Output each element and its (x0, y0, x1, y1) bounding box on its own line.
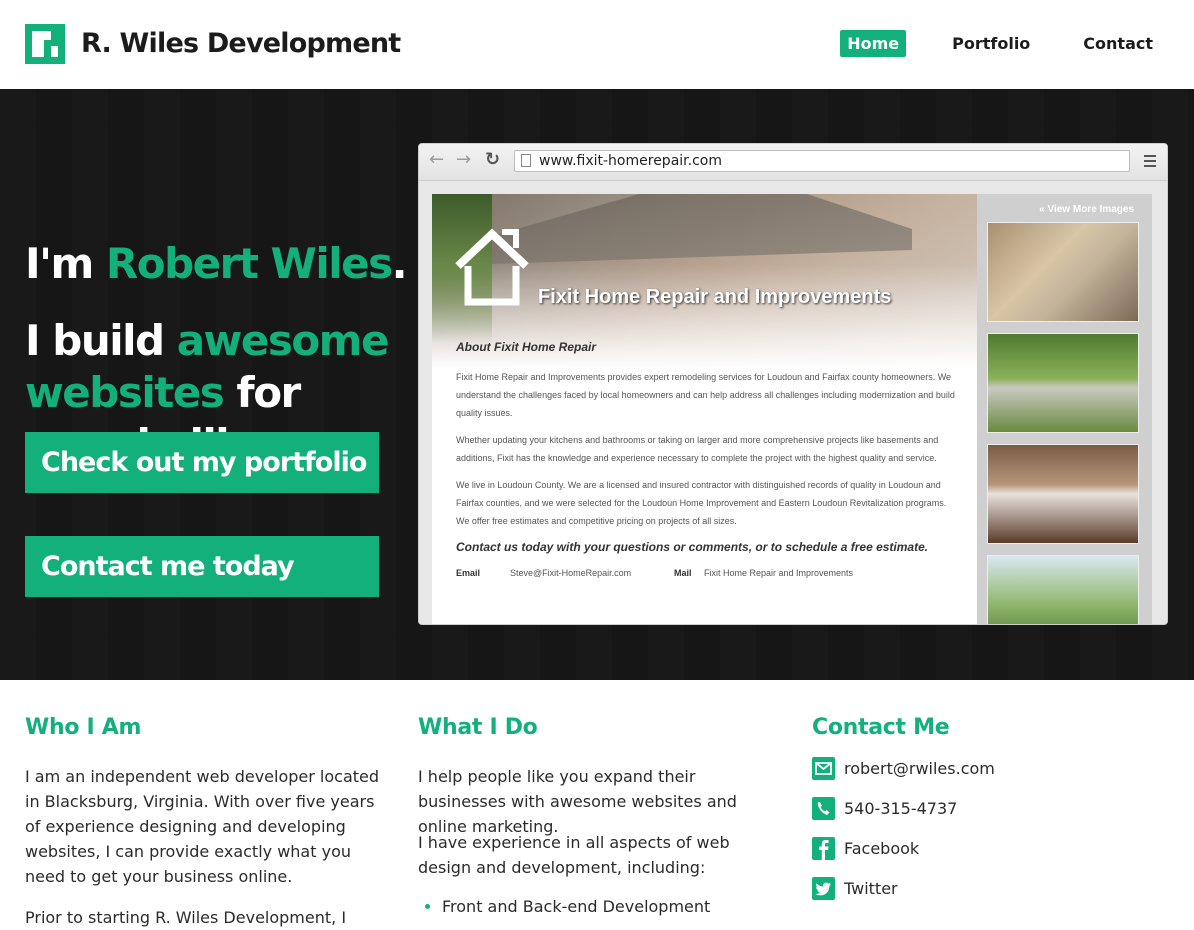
browser-toolbar: ← → ↻ www.fixit-homerepair.com (419, 144, 1167, 181)
list-item: Front and Back-end Development (442, 896, 710, 918)
email-label: Email (456, 568, 481, 578)
who-paragraph-2: Prior to starting R. Wiles Development, … (25, 908, 347, 927)
portfolio-button[interactable]: Check out my portfolio (25, 432, 379, 493)
who-heading: Who I Am (25, 715, 142, 740)
contact-me-section: Contact Me robert@rwiles.com 540-315-473… (812, 715, 1172, 900)
hero-section: I'm Robert Wiles. I build awesome websit… (0, 89, 1194, 680)
twitter-icon (812, 876, 835, 900)
brand-name[interactable]: R. Wiles Development (81, 28, 401, 59)
roof-image (492, 194, 912, 264)
email-icon (812, 756, 835, 780)
site-body: About Fixit Home Repair Fixit Home Repai… (456, 340, 956, 580)
twitter-label: Twitter (844, 878, 898, 898)
hamburger-menu-icon (1144, 155, 1156, 170)
site-header: R. Wiles Development Home Portfolio Cont… (0, 0, 1194, 89)
what-heading: What I Do (418, 715, 538, 740)
thumb-theater (987, 444, 1139, 544)
main-nav: Home Portfolio Contact (840, 30, 1160, 57)
about-heading: About Fixit Home Repair (456, 340, 597, 354)
page-icon (521, 154, 531, 167)
what-paragraph-2: I have experience in all aspects of web … (418, 833, 730, 877)
reload-icon: ↻ (485, 149, 501, 170)
facebook-icon (812, 836, 835, 860)
skills-list: Front and Back-end Development (418, 896, 710, 918)
nav-contact[interactable]: Contact (1076, 30, 1160, 57)
site-contact-row: Email Steve@Fixit-HomeRepair.com Mail Fi… (456, 568, 956, 580)
intro-suffix: . (391, 239, 408, 288)
hero-intro: I'm Robert Wiles. (25, 243, 408, 285)
what-i-do-section: What I Do I help people like you expand … (418, 715, 778, 916)
nav-home[interactable]: Home (840, 30, 907, 57)
tagline-part-1: I build (25, 316, 177, 365)
browser-mockup: ← → ↻ www.fixit-homerepair.com Fixit Hom… (419, 144, 1167, 624)
site-preview: Fixit Home Repair and Improvements « Vie… (432, 194, 1152, 624)
who-i-am-section: Who I Am I am an independent web develop… (25, 715, 385, 927)
house-logo-icon (455, 228, 529, 306)
about-paragraph-2: Whether updating your kitchens and bathr… (456, 435, 939, 463)
contact-phone-link[interactable]: 540-315-4737 (812, 796, 957, 820)
url-text: www.fixit-homerepair.com (539, 153, 722, 169)
intro-prefix: I'm (25, 239, 106, 288)
rw-logo-icon[interactable] (25, 24, 65, 64)
thumb-bathroom (987, 222, 1139, 322)
about-paragraph-1: Fixit Home Repair and Improvements provi… (456, 372, 955, 418)
contact-heading: Contact Me (812, 715, 950, 740)
view-more-images-link: « View More Images (1039, 204, 1134, 215)
contact-me-button[interactable]: Contact me today (25, 536, 379, 597)
nav-portfolio[interactable]: Portfolio (945, 30, 1037, 57)
thumb-shed (987, 333, 1139, 433)
what-paragraph-1: I help people like you expand their busi… (418, 767, 737, 836)
email-value: Steve@Fixit-HomeRepair.com (510, 568, 632, 578)
forward-arrow-icon: → (456, 149, 472, 170)
mail-value: Fixit Home Repair and Improvements (704, 568, 854, 578)
intro-name: Robert Wiles (105, 239, 393, 288)
site-contact-line: Contact us today with your questions or … (456, 540, 929, 554)
site-title: Fixit Home Repair and Improvements (538, 286, 892, 308)
contact-facebook-link[interactable]: Facebook (812, 836, 919, 860)
about-paragraph-3: We live in Loudoun County. We are a lice… (456, 480, 947, 526)
facebook-label: Facebook (844, 838, 920, 858)
back-arrow-icon: ← (429, 149, 445, 170)
address-bar: www.fixit-homerepair.com (514, 150, 1130, 172)
thumb-porch (987, 555, 1139, 624)
contact-email-link[interactable]: robert@rwiles.com (812, 756, 995, 780)
contact-twitter-link[interactable]: Twitter (812, 876, 898, 900)
email-label: robert@rwiles.com (844, 758, 995, 778)
who-paragraph-1: I am an independent web developer locate… (25, 767, 380, 886)
phone-icon (812, 796, 835, 820)
mail-label: Mail (674, 568, 692, 578)
phone-label: 540-315-4737 (844, 798, 958, 818)
